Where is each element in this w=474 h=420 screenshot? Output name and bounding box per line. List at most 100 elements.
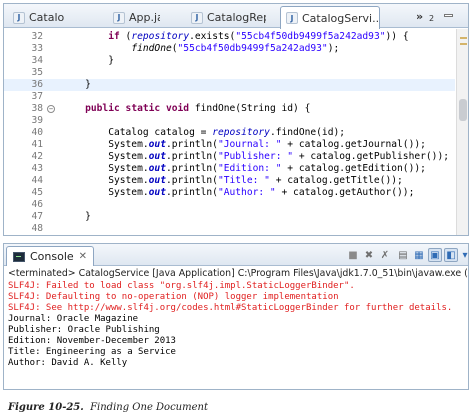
code-token: out — [148, 163, 166, 174]
code-token: repository — [212, 127, 270, 138]
console-error-line: SLF4J: Failed to load class "org.slf4j.i… — [8, 281, 355, 291]
remove-launch-icon[interactable]: ✖ — [362, 248, 376, 262]
occurrence-marker[interactable] — [460, 43, 467, 45]
code-token: .println( — [165, 163, 218, 174]
line-number: 37 — [31, 91, 43, 102]
code-line[interactable]: 32 if (repository.exists("55cb4f50db9499… — [4, 31, 455, 43]
figure-caption: Figure 10-25. Finding One Document — [8, 402, 208, 413]
pin-console-icon[interactable]: ◧ — [444, 248, 458, 262]
tab-catalog-service[interactable]: J CatalogServi... ✕ — [280, 6, 380, 29]
code-line[interactable]: 37 — [4, 91, 455, 103]
figure-number: Figure 10-25. — [8, 402, 84, 413]
code-token: + catalog.getEdition()); — [281, 163, 426, 174]
code-token: + catalog.getJournal()); — [281, 139, 426, 150]
tab-catalog-repository[interactable]: J CatalogRepo... — [186, 7, 266, 28]
scroll-lock-icon[interactable]: ▦ — [412, 248, 426, 262]
code-token: if — [108, 31, 120, 42]
tab-label: Catalog.java — [29, 11, 64, 24]
code-token: "55cb4f50db9499f5a242ad93" — [235, 31, 386, 42]
console-output-line: Edition: November-December 2013 — [8, 336, 176, 346]
code-text: System.out.println("Publisher: " + catal… — [62, 151, 449, 163]
code-token: ( — [119, 31, 132, 42]
vertical-scrollbar[interactable] — [456, 29, 468, 235]
code-line[interactable]: 41 System.out.println("Journal: " + cata… — [4, 139, 455, 151]
code-token: out — [148, 175, 166, 186]
code-editor: J Catalog.java J App.java J CatalogRepo.… — [3, 3, 469, 236]
code-token: .println( — [165, 139, 218, 150]
console-error-line: SLF4J: Defaulting to no-operation (NOP) … — [8, 292, 339, 302]
code-line[interactable]: 40 Catalog catalog = repository.findOne(… — [4, 127, 455, 139]
code-token: void — [165, 103, 190, 114]
tab-overflow-count: 2 — [429, 14, 435, 23]
scrollbar-thumb[interactable] — [459, 99, 467, 121]
code-token: public — [85, 103, 120, 114]
code-line[interactable]: 33 findOne("55cb4f50db9499f5a242ad93"); — [4, 43, 455, 55]
fold-toggle-icon[interactable]: − — [47, 105, 55, 113]
code-line[interactable]: 44 System.out.println("Title: " + catalo… — [4, 175, 455, 187]
line-number: 43 — [31, 163, 43, 174]
display-console-icon[interactable]: ▾ — [458, 248, 468, 262]
launch-status: <terminated> CatalogService [Java Applic… — [8, 268, 468, 279]
line-number: 46 — [31, 199, 43, 210]
tab-catalog-java[interactable]: J Catalog.java — [8, 7, 64, 28]
java-file-icon: J — [191, 11, 203, 24]
code-line[interactable]: 46 — [4, 199, 455, 211]
line-number: 39 — [31, 115, 43, 126]
code-line[interactable]: 47 } — [4, 211, 455, 223]
code-token: + catalog.getAuthor()); — [275, 187, 415, 198]
code-token: System. — [62, 139, 149, 150]
editor-tab-bar: J Catalog.java J App.java J CatalogRepo.… — [4, 4, 468, 29]
code-token: ); — [327, 43, 340, 54]
code-line[interactable]: 42 System.out.println("Publisher: " + ca… — [4, 151, 455, 163]
console-output-line: Author: David A. Kelly — [8, 358, 128, 368]
code-token: Catalog catalog = — [62, 127, 213, 138]
code-token: findOne — [131, 43, 172, 54]
line-number: 44 — [31, 175, 43, 186]
code-line[interactable]: 45 System.out.println("Author: " + catal… — [4, 187, 455, 199]
occurrence-marker[interactable] — [460, 37, 467, 39]
code-token: } — [62, 211, 91, 222]
tab-label: App.java — [129, 11, 160, 24]
tab-console[interactable]: Console ✕ — [6, 246, 95, 266]
tab-app-java[interactable]: J App.java — [108, 7, 160, 28]
show-on-output-icon[interactable]: ▣ — [428, 248, 442, 262]
code-line[interactable]: 34 } — [4, 55, 455, 67]
terminate-icon[interactable]: ■ — [346, 248, 360, 262]
line-number: 35 — [31, 67, 43, 78]
code-line[interactable]: 36 } — [4, 79, 455, 91]
code-token: repository — [131, 31, 190, 42]
code-text: public static void findOne(String id) { — [62, 103, 310, 115]
code-line[interactable]: 48 — [4, 223, 455, 235]
code-token: "Journal: " — [217, 139, 282, 150]
code-token: + catalog.getTitle()); — [269, 175, 403, 186]
code-line[interactable]: 35 — [4, 67, 455, 79]
remove-all-terminated-icon[interactable]: ✗ — [378, 248, 392, 262]
code-token: )) { — [385, 31, 409, 42]
console-output-line: Journal: Oracle Magazine — [8, 314, 139, 324]
code-text: Catalog catalog = repository.findOne(id)… — [62, 127, 345, 139]
console-view: Console ✕ ■ ✖ ✗ ▤ ▦ ▣ ◧ ▾ <terminated> C… — [3, 243, 469, 390]
close-icon[interactable]: ✕ — [79, 251, 87, 262]
code-token: static — [125, 103, 161, 114]
code-token: out — [148, 151, 166, 162]
clear-console-icon[interactable]: ▤ — [396, 248, 410, 262]
tab-overflow-button[interactable]: » — [416, 10, 423, 23]
code-area[interactable]: 32 if (repository.exists("55cb4f50db9499… — [4, 29, 468, 235]
console-header: Console ✕ ■ ✖ ✗ ▤ ▦ ▣ ◧ ▾ — [4, 244, 468, 266]
line-number: 36 — [31, 79, 43, 90]
line-number: 47 — [31, 211, 43, 222]
minimize-icon[interactable] — [444, 14, 453, 17]
java-file-icon: J — [113, 11, 125, 24]
java-file-icon: J — [13, 11, 25, 24]
code-line[interactable]: 43 System.out.println("Edition: " + cata… — [4, 163, 455, 175]
code-line[interactable]: 39 — [4, 115, 455, 127]
code-token: "Edition: " — [217, 163, 282, 174]
java-file-icon: J — [286, 12, 298, 24]
code-token: .println( — [165, 175, 218, 186]
figure-title: Finding One Document — [90, 402, 208, 413]
code-token: System. — [62, 175, 149, 186]
tab-label: CatalogServi... — [302, 11, 380, 25]
code-token: .exists( — [189, 31, 236, 42]
code-line[interactable]: 38− public static void findOne(String id… — [4, 103, 455, 115]
